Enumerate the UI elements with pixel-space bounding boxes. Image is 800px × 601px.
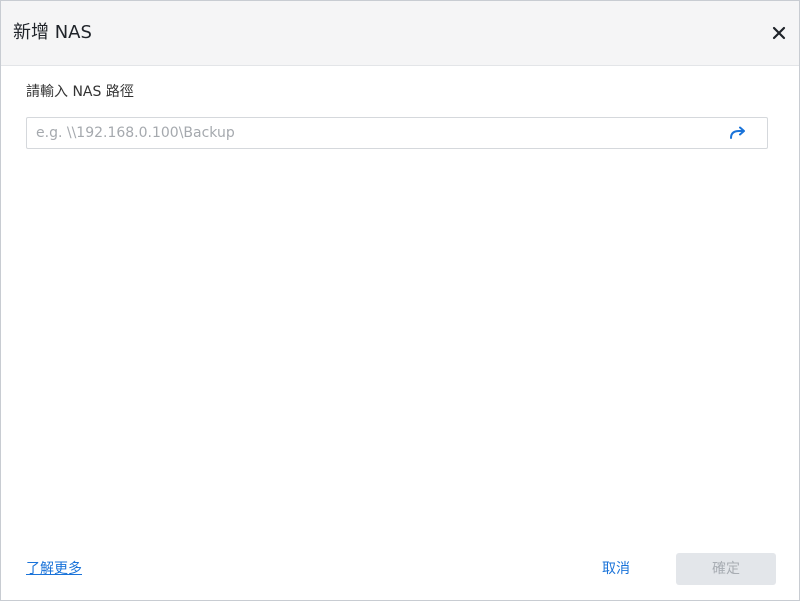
nas-path-input[interactable] bbox=[27, 118, 716, 148]
dialog-title: 新增 NAS bbox=[13, 22, 92, 43]
go-button[interactable] bbox=[729, 125, 747, 141]
nas-path-field bbox=[26, 117, 768, 149]
add-nas-dialog: 新增 NAS 請輸入 NAS 路徑 了解更多 取消 確定 bbox=[0, 0, 800, 601]
nas-path-label: 請輸入 NAS 路徑 bbox=[26, 84, 134, 100]
close-button[interactable] bbox=[767, 21, 791, 45]
cancel-button[interactable]: 取消 bbox=[591, 553, 641, 585]
arrow-forward-icon bbox=[730, 126, 745, 139]
learn-more-link[interactable]: 了解更多 bbox=[26, 559, 82, 579]
dialog-header: 新增 NAS bbox=[1, 1, 799, 66]
confirm-button[interactable]: 確定 bbox=[676, 553, 776, 585]
close-icon bbox=[772, 26, 786, 40]
